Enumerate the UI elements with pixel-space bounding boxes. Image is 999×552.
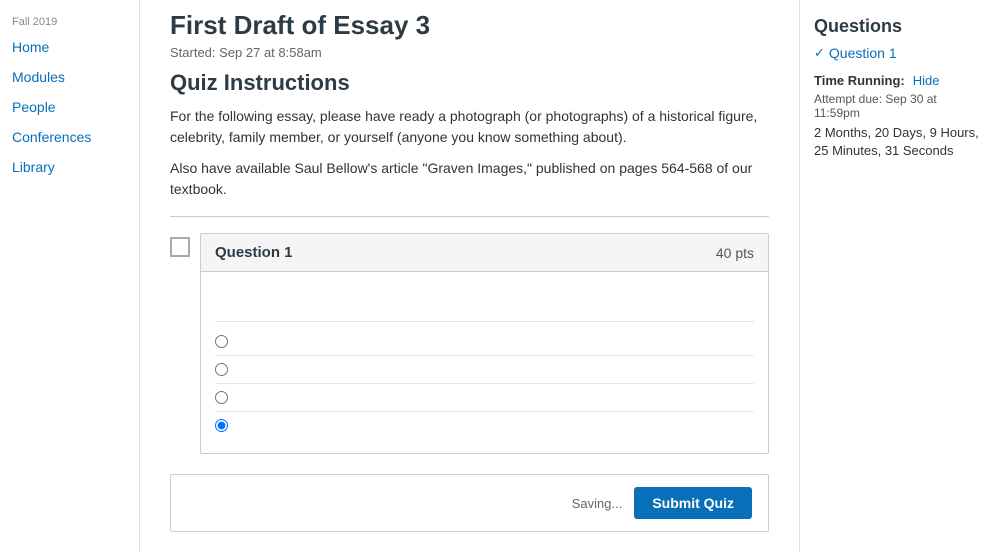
sidebar: Fall 2019 Home Modules People Conference… bbox=[0, 0, 140, 552]
time-label: Time Running: bbox=[814, 73, 905, 88]
radio-option-2[interactable] bbox=[215, 363, 228, 376]
radio-option-1[interactable] bbox=[215, 335, 228, 348]
time-remaining: 2 Months, 20 Days, 9 Hours, 25 Minutes, … bbox=[814, 124, 985, 160]
radio-row-2 bbox=[215, 356, 754, 384]
question-box: Question 1 40 pts bbox=[200, 233, 769, 454]
question-header: Question 1 40 pts bbox=[201, 234, 768, 272]
sidebar-item-modules[interactable]: Modules bbox=[0, 62, 139, 92]
question-label: Question 1 bbox=[215, 244, 293, 261]
sidebar-item-conferences[interactable]: Conferences bbox=[0, 122, 139, 152]
sidebar-item-home[interactable]: Home bbox=[0, 32, 139, 62]
time-running-row: Time Running: Hide bbox=[814, 73, 985, 88]
submit-quiz-button[interactable]: Submit Quiz bbox=[634, 487, 752, 519]
sidebar-item-library[interactable]: Library bbox=[0, 152, 139, 182]
question-wrapper: Question 1 40 pts bbox=[170, 233, 769, 454]
question-1-link[interactable]: Question 1 bbox=[829, 45, 897, 61]
bottom-bar: Saving... Submit Quiz bbox=[170, 474, 769, 532]
radio-row-1 bbox=[215, 328, 754, 356]
quiz-instructions-text1: For the following essay, please have rea… bbox=[170, 106, 769, 148]
divider bbox=[170, 216, 769, 217]
bookmark-icon bbox=[170, 237, 190, 257]
answer-text-area bbox=[215, 282, 754, 322]
right-panel: Questions ✓ Question 1 Time Running: Hid… bbox=[799, 0, 999, 552]
radio-option-3[interactable] bbox=[215, 391, 228, 404]
sidebar-item-people[interactable]: People bbox=[0, 92, 139, 122]
check-icon: ✓ bbox=[814, 45, 825, 61]
hide-timer-link[interactable]: Hide bbox=[913, 73, 940, 88]
saving-text: Saving... bbox=[572, 496, 623, 511]
question-bookmark[interactable] bbox=[170, 237, 194, 257]
quiz-instructions-text2: Also have available Saul Bellow's articl… bbox=[170, 158, 769, 200]
sidebar-term: Fall 2019 bbox=[0, 8, 139, 32]
question-body bbox=[201, 272, 768, 453]
quiz-started: Started: Sep 27 at 8:58am bbox=[170, 45, 769, 60]
main-content: First Draft of Essay 3 Started: Sep 27 a… bbox=[140, 0, 799, 552]
question-pts: 40 pts bbox=[716, 245, 754, 261]
radio-row-3 bbox=[215, 384, 754, 412]
radio-option-4[interactable] bbox=[215, 419, 228, 432]
radio-row-4 bbox=[215, 412, 754, 439]
question-link-row: ✓ Question 1 bbox=[814, 45, 985, 61]
quiz-title: First Draft of Essay 3 bbox=[170, 10, 769, 41]
questions-heading: Questions bbox=[814, 16, 985, 37]
quiz-instructions-heading: Quiz Instructions bbox=[170, 70, 769, 96]
answer-options bbox=[215, 328, 754, 439]
attempt-due: Attempt due: Sep 30 at 11:59pm bbox=[814, 92, 985, 120]
